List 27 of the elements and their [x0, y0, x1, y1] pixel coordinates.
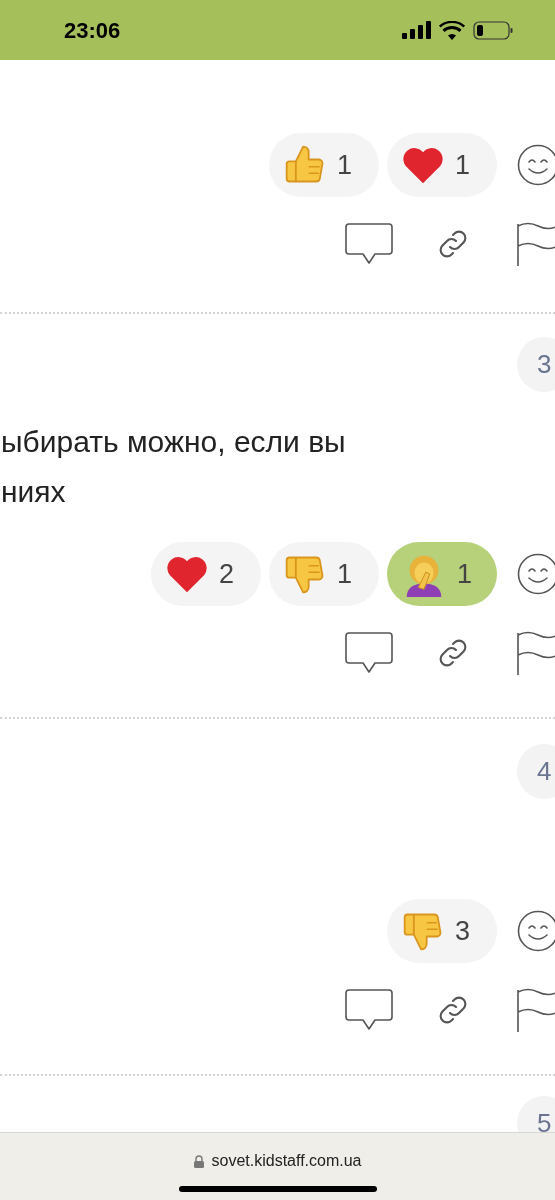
- battery-icon: [473, 20, 513, 40]
- comment-icon[interactable]: [345, 631, 393, 674]
- heart-icon: [165, 554, 209, 594]
- wifi-icon: [439, 20, 465, 40]
- flag-icon[interactable]: [515, 220, 555, 267]
- answer-text-line: ниях: [1, 474, 67, 510]
- clock-time: 23:06: [64, 16, 121, 45]
- heart-icon: [401, 145, 445, 185]
- signal-icon: [402, 21, 431, 39]
- reaction-chip[interactable]: 2: [151, 542, 261, 606]
- add-reaction-smiley-icon[interactable]: [517, 910, 555, 952]
- answer-number-badge: 3: [517, 337, 555, 392]
- url-text[interactable]: sovet.kidstaff.com.ua: [211, 1149, 362, 1173]
- flag-icon[interactable]: [515, 629, 555, 676]
- answer-text-line: ыбирать можно, если вы: [1, 424, 347, 460]
- add-reaction-smiley-icon[interactable]: [517, 144, 555, 186]
- lock-icon: [193, 1154, 204, 1168]
- reaction-chip[interactable]: 1: [387, 133, 497, 197]
- add-reaction-smiley-icon[interactable]: [517, 553, 555, 595]
- reaction-chip[interactable]: 3: [387, 899, 497, 963]
- reaction-chip[interactable]: 1: [387, 542, 497, 606]
- answer-number-badge: 4: [517, 744, 555, 799]
- reaction-chip[interactable]: 1: [269, 133, 379, 197]
- reaction-chip[interactable]: 1: [269, 542, 379, 606]
- comment-icon[interactable]: [345, 988, 393, 1031]
- comment-icon[interactable]: [345, 222, 393, 265]
- flag-icon[interactable]: [515, 986, 555, 1033]
